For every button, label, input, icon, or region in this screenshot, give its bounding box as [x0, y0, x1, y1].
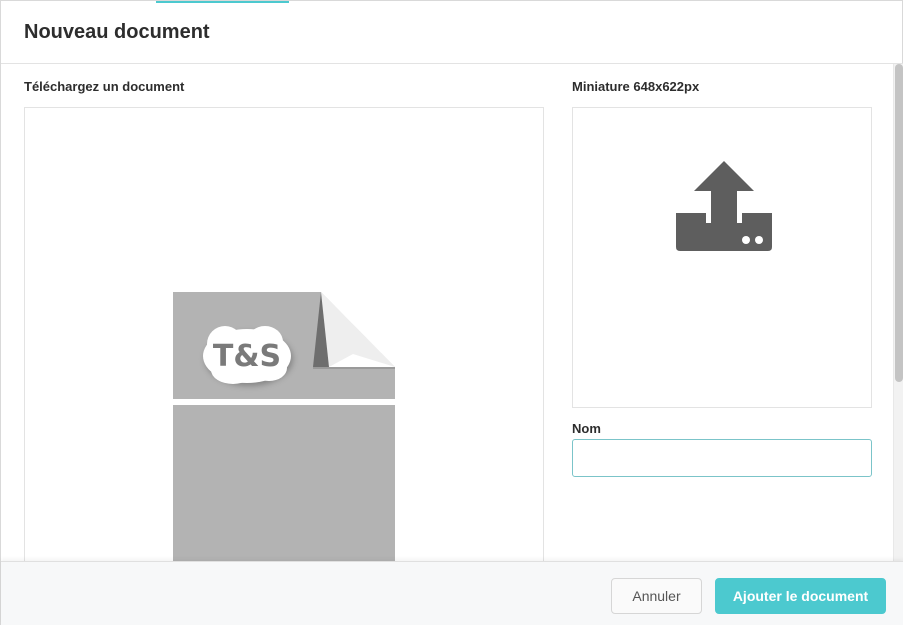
add-document-button[interactable]: Ajouter le document [715, 578, 886, 614]
modal-header: Nouveau document [1, 1, 903, 64]
name-input[interactable] [572, 439, 872, 477]
thumbnail-label: Miniature 648x622px [572, 79, 700, 94]
ts-logo-text: T&S [213, 339, 281, 374]
upload-label: Téléchargez un document [24, 79, 185, 94]
scrollbar-thumb[interactable] [895, 64, 903, 382]
new-document-modal: Nouveau document Téléchargez un document [0, 0, 903, 625]
vertical-scrollbar[interactable] [893, 64, 903, 561]
modal-footer: Annuler Ajouter le document [1, 561, 903, 625]
upload-icon [676, 161, 772, 251]
thumbnail-upload-dropzone[interactable] [572, 107, 872, 408]
cancel-button[interactable]: Annuler [611, 578, 702, 614]
document-placeholder-illustration: T&S [173, 292, 395, 561]
document-upload-dropzone[interactable]: T&S [24, 107, 544, 561]
modal-body: Téléchargez un document T&S Miniature 64… [1, 64, 893, 561]
modal-title: Nouveau document [24, 21, 210, 43]
name-label: Nom [572, 421, 601, 436]
